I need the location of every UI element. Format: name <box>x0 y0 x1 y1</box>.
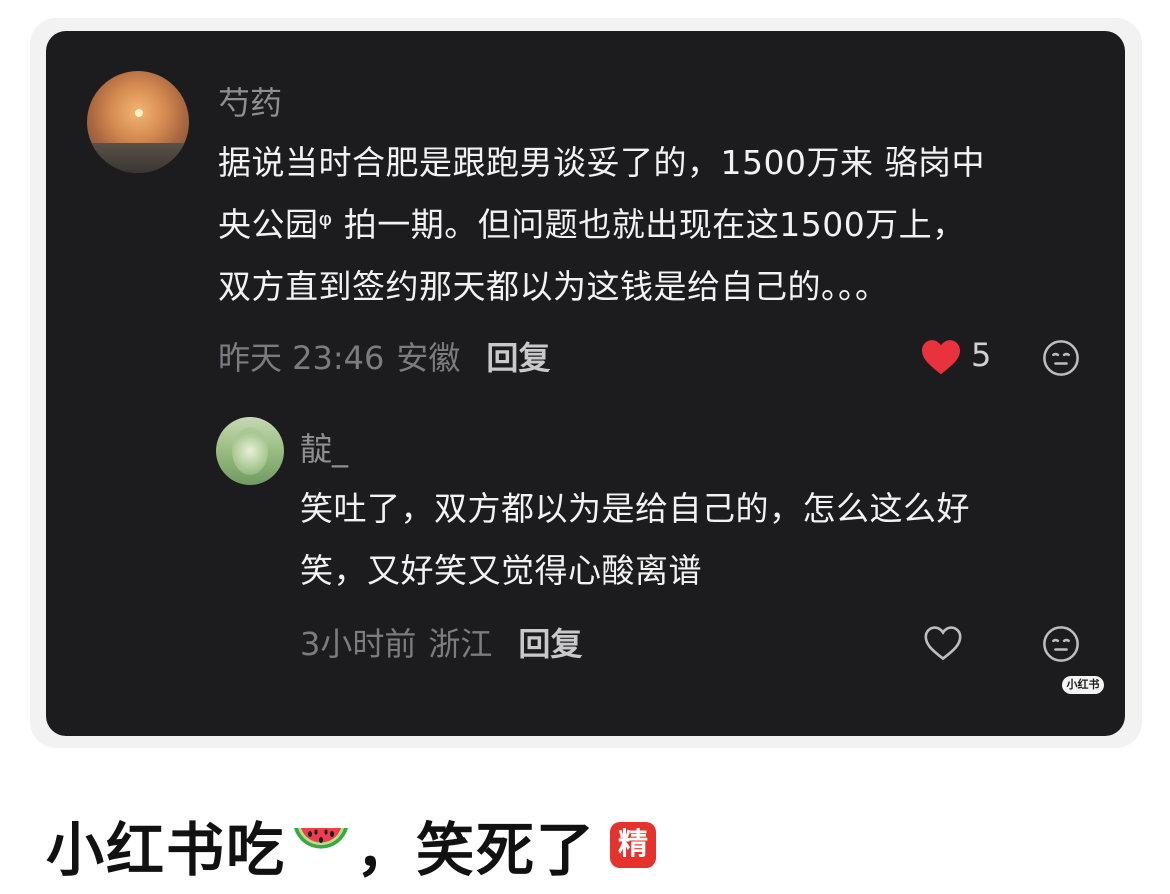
sun-graphic <box>135 109 143 117</box>
tree-graphic <box>232 427 268 475</box>
comment-body: 据说当时合肥是跟跑男谈妥了的，1500万来 骆岗中 央公园ᵠ 拍一期。但问题也就… <box>218 132 985 318</box>
comment-location: 安徽 <box>396 339 461 377</box>
heart-filled-icon[interactable] <box>919 336 963 378</box>
comment-line: 央公园ᵠ 拍一期。但问题也就出现在这1500万上， <box>218 205 966 244</box>
reply-username[interactable]: 靛_ <box>300 424 348 470</box>
reply-button[interactable]: 回复 <box>486 333 550 379</box>
reply-meta: 3小时前 浙江 回复 <box>300 620 582 664</box>
reply-time: 3小时前 <box>300 625 417 663</box>
reply-line: 笑，又好笑又觉得心酸离谱 <box>300 551 702 590</box>
reply-button[interactable]: 回复 <box>518 619 582 665</box>
post-title-text: 小红书吃 <box>46 816 287 884</box>
comment-meta: 昨天 23:46 安徽 回复 <box>218 334 550 378</box>
emoji-reaction-icon[interactable] <box>1041 624 1081 664</box>
post-title: 小红书吃 ，笑死了 精 <box>46 810 657 884</box>
hills-graphic <box>87 143 189 173</box>
emoji-reaction-icon[interactable] <box>1041 338 1081 378</box>
comment-time: 昨天 23:46 <box>218 339 385 377</box>
featured-badge: 精 <box>610 822 657 868</box>
watermelon-icon <box>290 820 352 870</box>
comment-username[interactable]: 芍药 <box>218 78 282 124</box>
post-title-text: ，笑死了 <box>356 816 597 884</box>
heart-outline-icon[interactable] <box>921 622 965 664</box>
reply-location: 浙江 <box>428 625 493 663</box>
reply-line: 笑吐了，双方都以为是给自己的，怎么这么好 <box>300 489 970 528</box>
reply-body: 笑吐了，双方都以为是给自己的，怎么这么好 笑，又好笑又觉得心酸离谱 <box>300 478 970 602</box>
reply-avatar[interactable] <box>216 417 284 485</box>
comment-line: 双方直到签约那天都以为这钱是给自己的。。。 <box>218 267 889 306</box>
avatar[interactable] <box>87 71 189 173</box>
like-count: 5 <box>971 336 992 374</box>
comment-line: 据说当时合肥是跟跑男谈妥了的，1500万来 骆岗中 <box>218 143 985 182</box>
xiaohongshu-watermark: 小红书 <box>1062 676 1104 694</box>
